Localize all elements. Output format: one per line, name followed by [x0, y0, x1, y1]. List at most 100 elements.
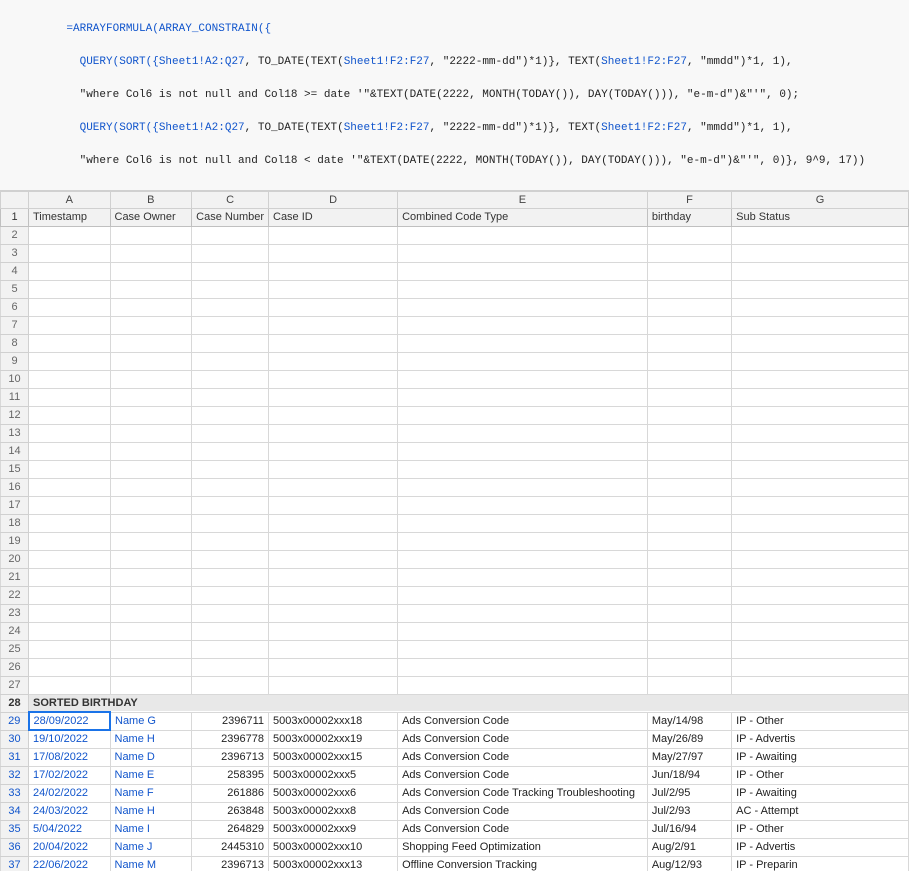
cell-g-2[interactable]	[732, 226, 909, 244]
cell-c-35[interactable]: 264829	[192, 820, 269, 838]
cell-c-19[interactable]	[192, 532, 269, 550]
cell-a-17[interactable]	[29, 496, 111, 514]
cell-e-8[interactable]	[398, 334, 648, 352]
cell-f-14[interactable]	[647, 442, 731, 460]
cell-e-22[interactable]	[398, 586, 648, 604]
cell-c-34[interactable]: 263848	[192, 802, 269, 820]
cell-d-29[interactable]: 5003x00002xxx18	[269, 712, 398, 730]
cell-g-9[interactable]	[732, 352, 909, 370]
cell-c-10[interactable]	[192, 370, 269, 388]
cell-a-35[interactable]: 5/04/2022	[29, 820, 111, 838]
cell-f-15[interactable]	[647, 460, 731, 478]
cell-a-7[interactable]	[29, 316, 111, 334]
cell-g-16[interactable]	[732, 478, 909, 496]
cell-c-36[interactable]: 2445310	[192, 838, 269, 856]
table-row[interactable]: 32 17/02/2022 Name E 258395 5003x00002xx…	[1, 766, 909, 784]
table-row[interactable]: 14	[1, 442, 909, 460]
cell-f-27[interactable]	[647, 676, 731, 694]
cell-f-3[interactable]	[647, 244, 731, 262]
cell-f-12[interactable]	[647, 406, 731, 424]
cell-a-9[interactable]	[29, 352, 111, 370]
cell-e-13[interactable]	[398, 424, 648, 442]
cell-d-35[interactable]: 5003x00002xxx9	[269, 820, 398, 838]
cell-a-15[interactable]	[29, 460, 111, 478]
table-row[interactable]: 13	[1, 424, 909, 442]
table-row[interactable]: 24	[1, 622, 909, 640]
cell-e-21[interactable]	[398, 568, 648, 586]
cell-c-24[interactable]	[192, 622, 269, 640]
cell-a-21[interactable]	[29, 568, 111, 586]
table-row[interactable]: 22	[1, 586, 909, 604]
cell-f-9[interactable]	[647, 352, 731, 370]
cell-e-35[interactable]: Ads Conversion Code	[398, 820, 648, 838]
cell-b-13[interactable]	[110, 424, 192, 442]
cell-a-3[interactable]	[29, 244, 111, 262]
cell-c-23[interactable]	[192, 604, 269, 622]
cell-f-23[interactable]	[647, 604, 731, 622]
cell-f-17[interactable]	[647, 496, 731, 514]
cell-a-34[interactable]: 24/03/2022	[29, 802, 111, 820]
cell-c-29[interactable]: 2396711	[192, 712, 269, 730]
cell-e-12[interactable]	[398, 406, 648, 424]
cell-e-5[interactable]	[398, 280, 648, 298]
cell-a-24[interactable]	[29, 622, 111, 640]
table-row[interactable]: 26	[1, 658, 909, 676]
cell-g-24[interactable]	[732, 622, 909, 640]
cell-e-16[interactable]	[398, 478, 648, 496]
cell-d-20[interactable]	[269, 550, 398, 568]
table-row[interactable]: 36 20/04/2022 Name J 2445310 5003x00002x…	[1, 838, 909, 856]
col-header-d[interactable]: D	[269, 191, 398, 208]
cell-b-4[interactable]	[110, 262, 192, 280]
cell-b-11[interactable]	[110, 388, 192, 406]
cell-b-33[interactable]: Name F	[110, 784, 192, 802]
cell-d-13[interactable]	[269, 424, 398, 442]
cell-b-20[interactable]	[110, 550, 192, 568]
cell-c-27[interactable]	[192, 676, 269, 694]
cell-d-22[interactable]	[269, 586, 398, 604]
cell-f-19[interactable]	[647, 532, 731, 550]
cell-b-19[interactable]	[110, 532, 192, 550]
cell-c-22[interactable]	[192, 586, 269, 604]
cell-g-35[interactable]: IP - Other	[732, 820, 909, 838]
cell-e-7[interactable]	[398, 316, 648, 334]
cell-f-35[interactable]: Jul/16/94	[647, 820, 731, 838]
cell-a-6[interactable]	[29, 298, 111, 316]
cell-e-34[interactable]: Ads Conversion Code	[398, 802, 648, 820]
cell-f-22[interactable]	[647, 586, 731, 604]
cell-g-36[interactable]: IP - Advertis	[732, 838, 909, 856]
cell-a-4[interactable]	[29, 262, 111, 280]
cell-b-27[interactable]	[110, 676, 192, 694]
cell-e-6[interactable]	[398, 298, 648, 316]
cell-b-22[interactable]	[110, 586, 192, 604]
cell-e-18[interactable]	[398, 514, 648, 532]
cell-g-32[interactable]: IP - Other	[732, 766, 909, 784]
cell-g-8[interactable]	[732, 334, 909, 352]
cell-d-30[interactable]: 5003x00002xxx19	[269, 730, 398, 748]
col-header-b[interactable]: B	[110, 191, 192, 208]
cell-b-3[interactable]	[110, 244, 192, 262]
cell-a-27[interactable]	[29, 676, 111, 694]
cell-f-32[interactable]: Jun/18/94	[647, 766, 731, 784]
table-row[interactable]: 12	[1, 406, 909, 424]
cell-e-23[interactable]	[398, 604, 648, 622]
table-row[interactable]: 16	[1, 478, 909, 496]
cell-f-18[interactable]	[647, 514, 731, 532]
col-header-c[interactable]: C	[192, 191, 269, 208]
cell-c-37[interactable]: 2396713	[192, 856, 269, 871]
cell-g-5[interactable]	[732, 280, 909, 298]
col-header-a[interactable]: A	[29, 191, 111, 208]
cell-e-25[interactable]	[398, 640, 648, 658]
cell-b-24[interactable]	[110, 622, 192, 640]
table-row[interactable]: 10	[1, 370, 909, 388]
cell-a-23[interactable]	[29, 604, 111, 622]
cell-b-26[interactable]	[110, 658, 192, 676]
cell-g-33[interactable]: IP - Awaiting	[732, 784, 909, 802]
cell-b-14[interactable]	[110, 442, 192, 460]
cell-c-7[interactable]	[192, 316, 269, 334]
cell-d-18[interactable]	[269, 514, 398, 532]
cell-g-4[interactable]	[732, 262, 909, 280]
cell-b-30[interactable]: Name H	[110, 730, 192, 748]
table-row[interactable]: 7	[1, 316, 909, 334]
cell-f-25[interactable]	[647, 640, 731, 658]
cell-e-37[interactable]: Offline Conversion Tracking	[398, 856, 648, 871]
